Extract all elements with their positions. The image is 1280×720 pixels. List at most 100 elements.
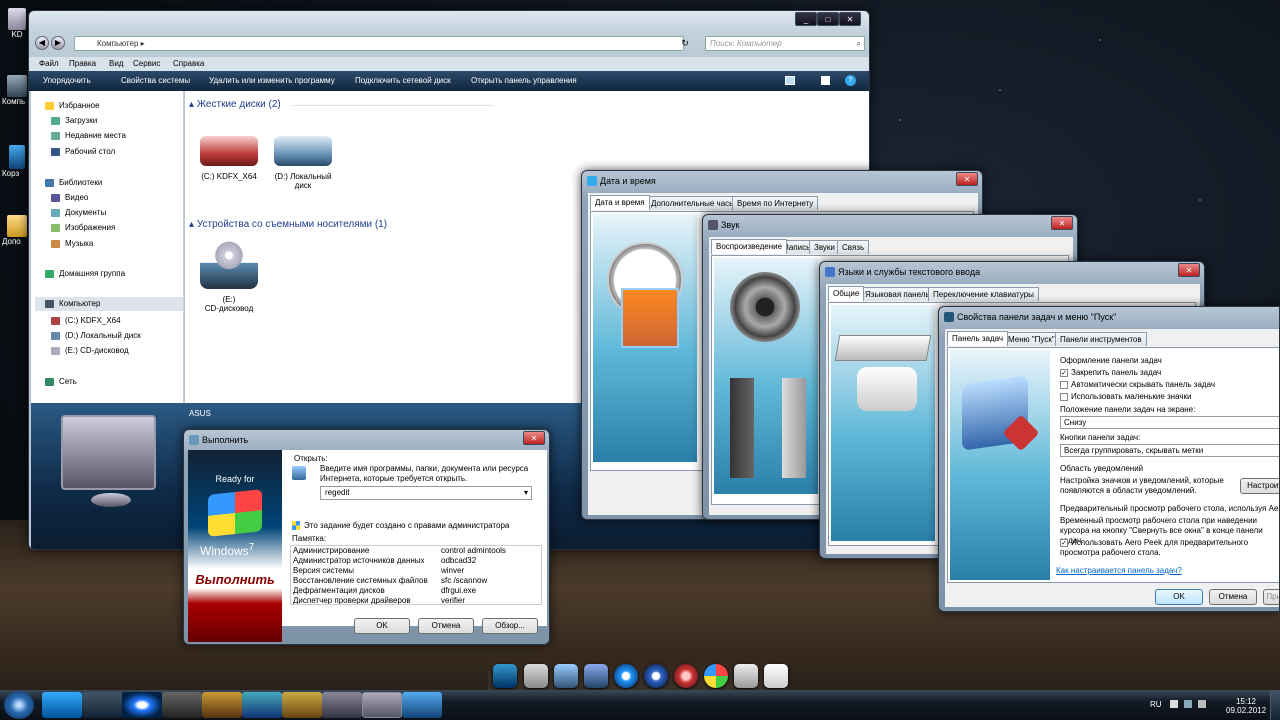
small-icons-checkbox[interactable]: Использовать маленькие значки xyxy=(1060,392,1192,401)
network-icon[interactable] xyxy=(554,664,578,688)
tools-icon[interactable] xyxy=(584,664,608,688)
open-control-panel-button[interactable]: Открыть панель управления xyxy=(471,72,577,90)
tab-internet-time[interactable]: Время по Интернету xyxy=(732,196,819,210)
view-options-icon[interactable] xyxy=(785,76,795,85)
nav-documents[interactable]: Документы xyxy=(51,208,106,217)
menu-tools[interactable]: Сервис xyxy=(133,57,160,71)
system-properties-button[interactable]: Свойства системы xyxy=(121,72,190,90)
memo-row[interactable]: Версия системы winver xyxy=(291,566,541,576)
language-indicator[interactable]: RU xyxy=(1150,700,1162,709)
nav-network[interactable]: Сеть xyxy=(45,377,77,386)
speedometer-icon[interactable] xyxy=(674,664,698,688)
memo-list[interactable]: Администрирование control admintools Админ… xyxy=(290,545,542,605)
nav-libraries[interactable]: Библиотеки xyxy=(45,178,102,187)
group-removable-header[interactable]: ▴ Устройства со съемными носителями (1) xyxy=(189,219,409,230)
address-bar[interactable]: Компьютер ▸ xyxy=(74,36,684,51)
nav-favorites[interactable]: Избранное xyxy=(45,101,100,110)
menu-edit[interactable]: Правка xyxy=(69,57,96,71)
taskbar-app-icon[interactable] xyxy=(242,692,282,718)
maximize-button[interactable]: □ xyxy=(817,12,839,26)
drive-e-item[interactable]: (E:) CD-дисковод xyxy=(197,241,261,316)
tray-network-icon[interactable] xyxy=(1184,700,1192,708)
start-button[interactable] xyxy=(4,691,34,719)
taskbar-tools-icon[interactable] xyxy=(322,692,362,718)
taskbar-paint-icon[interactable] xyxy=(202,692,242,718)
tab-keyboard-switch[interactable]: Переключение клавиатуры xyxy=(928,287,1039,301)
nav-desktop[interactable]: Рабочий стол xyxy=(51,147,115,156)
apply-button[interactable]: Применить xyxy=(1263,589,1279,605)
memo-row[interactable]: Администратор источников данных odbcad32 xyxy=(291,556,541,566)
ok-button[interactable]: OK xyxy=(1155,589,1203,605)
dropdown-arrow-icon[interactable]: ▾ xyxy=(524,487,528,499)
tab-toolbars[interactable]: Панели инструментов xyxy=(1055,332,1147,346)
taskbar-media-player-icon[interactable] xyxy=(122,692,162,718)
taskbar-game-icon[interactable] xyxy=(162,692,202,718)
nav-drive-c[interactable]: (C:) KDFX_X64 xyxy=(51,316,121,325)
mouse-icon[interactable] xyxy=(734,664,758,688)
close-button[interactable]: ✕ xyxy=(1178,263,1200,277)
autohide-checkbox[interactable]: Автоматически скрывать панель задач xyxy=(1060,380,1215,389)
memo-row[interactable]: Диспетчер проверки драйверов verifier xyxy=(291,596,541,604)
tab-sounds[interactable]: Звуки xyxy=(809,240,840,254)
taskbar-explorer-icon[interactable] xyxy=(82,692,122,718)
organize-button[interactable]: Упорядочить xyxy=(43,72,91,90)
calculator-icon[interactable] xyxy=(524,664,548,688)
taskbar-ie-icon[interactable] xyxy=(42,692,82,718)
tray-flag-icon[interactable] xyxy=(1170,700,1178,708)
drive-d-item[interactable]: (D:) Локальный диск xyxy=(271,136,335,196)
cancel-button[interactable]: Отмена xyxy=(418,618,474,634)
map-network-drive-button[interactable]: Подключить сетевой диск xyxy=(355,72,451,90)
media-player-icon[interactable] xyxy=(614,664,638,688)
dock-app-icon[interactable] xyxy=(493,664,517,688)
play-icon[interactable] xyxy=(644,664,668,688)
help-link[interactable]: Как настраивается панель задач? xyxy=(1056,566,1182,575)
tab-general[interactable]: Общие xyxy=(828,286,865,301)
nav-recent[interactable]: Недавние места xyxy=(51,131,126,140)
nav-images[interactable]: Изображения xyxy=(51,223,115,232)
nav-drive-d[interactable]: (D:) Локальный диск xyxy=(51,331,141,340)
memo-row[interactable]: Дефрагментация дисков dfrgui.exe xyxy=(291,586,541,596)
back-button[interactable]: ◀ xyxy=(35,36,49,50)
clock[interactable]: 15:12 09.02.2012 xyxy=(1226,697,1266,715)
tray-volume-icon[interactable] xyxy=(1198,700,1206,708)
ok-button[interactable]: OK xyxy=(354,618,410,634)
menu-file[interactable]: Файл xyxy=(39,57,59,71)
taskbar-control-panel-icon[interactable] xyxy=(402,692,442,718)
drive-c-item[interactable]: (C:) KDFX_X64 xyxy=(197,136,261,191)
tab-datetime[interactable]: Дата и время xyxy=(590,195,650,210)
help-icon[interactable]: ? xyxy=(845,75,856,86)
nav-computer[interactable]: Компьютер xyxy=(35,297,183,311)
tab-additional-clocks[interactable]: Дополнительные часы xyxy=(646,196,740,210)
nav-video[interactable]: Видео xyxy=(51,193,88,202)
close-button[interactable]: ✕ xyxy=(1051,216,1073,230)
search-input[interactable]: Поиск: Компьютер ⌕ xyxy=(705,36,865,51)
nav-downloads[interactable]: Загрузки xyxy=(51,116,97,125)
cards-icon[interactable] xyxy=(764,664,788,688)
minimize-button[interactable]: _ xyxy=(795,12,817,26)
tab-communications[interactable]: Связь xyxy=(837,240,870,254)
menu-help[interactable]: Справка xyxy=(173,57,204,71)
nav-drive-e[interactable]: (E:) CD-дисковод xyxy=(51,346,129,355)
tab-start-menu[interactable]: Меню "Пуск" xyxy=(1003,332,1060,346)
tab-language-bar[interactable]: Языковая панель xyxy=(860,287,935,301)
run-input[interactable]: regedit ▾ xyxy=(320,486,532,500)
close-button[interactable]: ✕ xyxy=(523,431,545,445)
forward-button[interactable]: ▶ xyxy=(51,36,65,50)
memo-row[interactable]: Восстановление системных файлов sfc /scan… xyxy=(291,576,541,586)
nav-music[interactable]: Музыка xyxy=(51,239,93,248)
uninstall-program-button[interactable]: Удалить или изменить программу xyxy=(209,72,335,90)
buttons-select[interactable]: Всегда группировать, скрывать метки xyxy=(1060,444,1279,457)
tab-taskbar[interactable]: Панель задач xyxy=(947,331,1009,346)
peek-checkbox[interactable]: ✓ Использовать Aero Peek для предваритель… xyxy=(1060,538,1279,558)
menu-view[interactable]: Вид xyxy=(109,57,123,71)
close-button[interactable]: ✕ xyxy=(956,172,978,186)
tab-playback[interactable]: Воспроизведение xyxy=(711,239,788,254)
taskbar-run-icon[interactable] xyxy=(362,692,402,718)
browse-button[interactable]: Обзор... xyxy=(482,618,538,634)
preview-pane-icon[interactable] xyxy=(821,76,830,85)
windows-logo-icon[interactable] xyxy=(704,664,728,688)
position-select[interactable]: Снизу xyxy=(1060,416,1279,429)
configure-button[interactable]: Настроить... xyxy=(1240,478,1279,494)
cancel-button[interactable]: Отмена xyxy=(1209,589,1257,605)
group-hdd-header[interactable]: ▴ Жесткие диски (2) xyxy=(189,99,309,110)
